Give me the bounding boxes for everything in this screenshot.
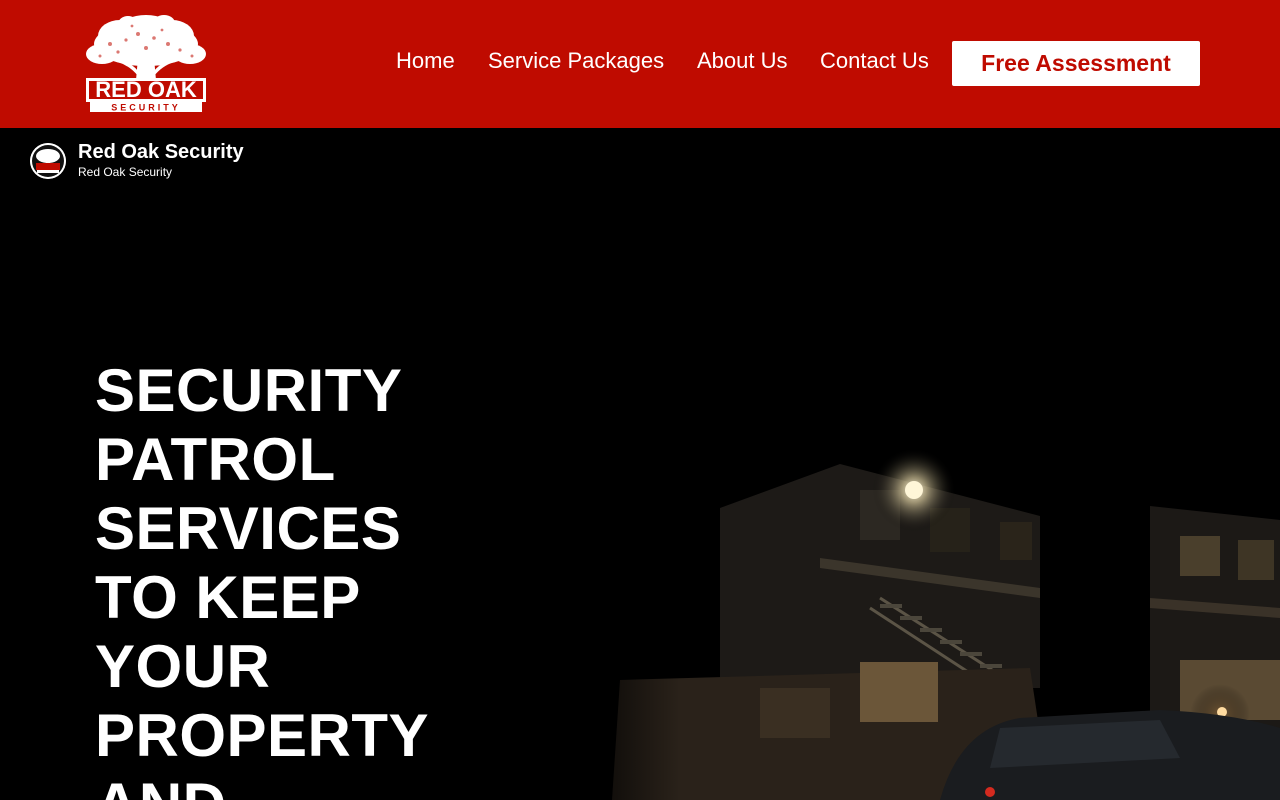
headline-line: PROPERTY xyxy=(95,702,430,769)
hero-video[interactable]: Red Oak Security Red Oak Security SECURI… xyxy=(0,128,1280,800)
nav-service-packages-link[interactable]: Service Packages xyxy=(488,47,664,75)
free-assessment-label: Free Assessment xyxy=(981,50,1171,76)
headline-line: PATROL xyxy=(95,426,336,493)
free-assessment-button[interactable]: Free Assessment xyxy=(952,41,1200,86)
headline-line: SERVICES xyxy=(95,495,402,562)
headline-line: AND xyxy=(95,770,555,800)
red-oak-security-logo[interactable]: RED OAK SECURITY xyxy=(80,14,212,114)
nav-contact-us-link[interactable]: Contact Us xyxy=(820,47,929,75)
channel-subtitle: Red Oak Security xyxy=(78,165,173,179)
oak-tree-logo-icon: RED OAK SECURITY xyxy=(86,15,206,113)
video-channel-info[interactable]: Red Oak Security Red Oak Security xyxy=(30,142,244,179)
site-header: RED OAK SECURITY Home Service Packages A… xyxy=(0,0,1280,128)
nav-home-link[interactable]: Home xyxy=(396,47,455,75)
headline-line: SECURITY xyxy=(95,357,403,424)
headline-line: YOUR xyxy=(95,633,271,700)
logo-text-bottom: SECURITY xyxy=(111,103,181,113)
nav-about-us-link[interactable]: About Us xyxy=(697,47,788,75)
headline-line: TO KEEP xyxy=(95,564,361,631)
hero-headline: SECURITY PATROL SERVICES TO KEEP YOUR PR… xyxy=(95,356,555,800)
channel-title[interactable]: Red Oak Security xyxy=(78,142,244,162)
channel-logo-icon xyxy=(30,143,66,179)
channel-avatar[interactable] xyxy=(30,143,66,179)
logo-text-top: RED OAK xyxy=(95,77,197,102)
